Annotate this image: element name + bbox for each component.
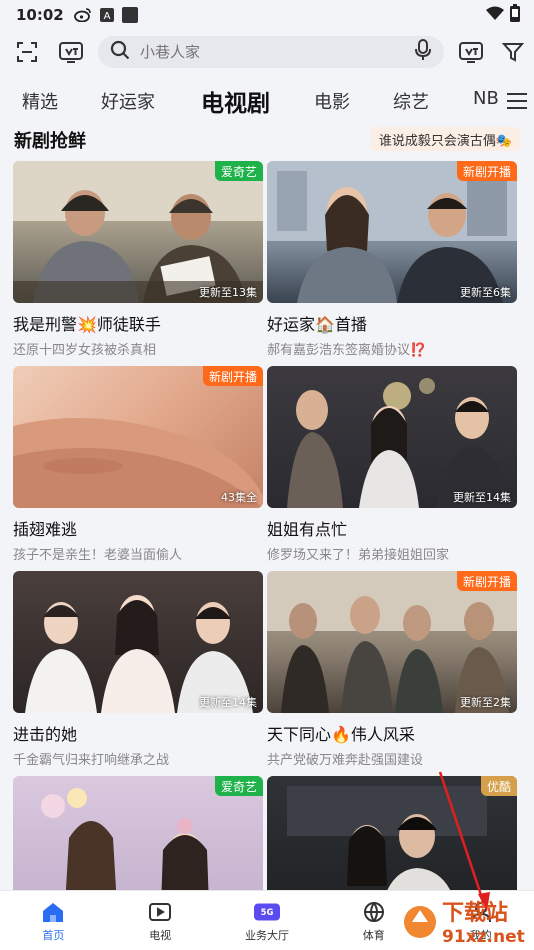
filter-icon[interactable]: [498, 37, 528, 67]
status-bar: 10:02 A: [0, 0, 534, 30]
battery-icon: [510, 4, 520, 26]
episode-count: 43集全: [221, 491, 257, 504]
cast-tv-icon[interactable]: [456, 37, 486, 67]
card-subtitle: 郝有嘉彭浩东签离婚协议⁉️: [267, 343, 427, 358]
tab-haoyunjia[interactable]: 好运家: [101, 88, 155, 114]
episode-count: 更新至13集: [199, 286, 257, 299]
episode-count: 更新至14集: [453, 491, 511, 504]
episode-count: 更新至6集: [460, 286, 511, 299]
weibo-icon: [73, 8, 92, 22]
scan-icon[interactable]: [12, 37, 42, 67]
promo-link[interactable]: 谁说成毅只会演古偶🎭: [370, 127, 520, 151]
tab-featured[interactable]: 精选: [22, 88, 58, 114]
status-time: 10:02: [16, 6, 64, 24]
nav-label: 业务大厅: [244, 928, 289, 942]
thumbnail-illustration: [13, 161, 263, 303]
tv-icon[interactable]: [56, 37, 86, 67]
section-title: 新剧抢鲜: [14, 131, 86, 152]
status-badge: 新剧开播: [456, 571, 517, 591]
home-icon: [40, 899, 66, 925]
card-subtitle: 还原十四岁女孩被杀真相: [13, 343, 157, 358]
square-icon: [121, 7, 138, 23]
card-thumbnail[interactable]: 新剧开播 更新至6集: [267, 161, 517, 303]
card-title: 插翅难逃: [13, 520, 78, 539]
drama-card[interactable]: 更新至14集 姐姐有点忙 修罗场又来了！弟弟接姐姐回家: [267, 366, 517, 563]
episode-count: 更新至2集: [460, 696, 511, 709]
thumbnail-illustration: [25, 595, 253, 713]
drama-card[interactable]: 新剧开播 43集全 插翅难逃 孩子不是亲生！老婆当面偷人: [13, 366, 263, 563]
ball-icon: [361, 899, 387, 925]
card-title: 姐姐有点忙: [267, 520, 348, 539]
tab-tv-series[interactable]: 电视剧: [201, 84, 270, 118]
tab-movies[interactable]: 电影: [314, 88, 350, 114]
drama-card[interactable]: 新剧开播 更新至6集 好运家🏠首播 郝有嘉彭浩东签离婚协议⁉️: [267, 161, 517, 358]
card-thumbnail[interactable]: 更新至14集: [267, 366, 517, 508]
svg-text:A: A: [103, 11, 110, 22]
svg-text:下载站: 下载站: [442, 900, 508, 926]
5g-icon: 5G: [253, 899, 280, 925]
card-thumbnail[interactable]: 新剧开播 43集全: [13, 366, 263, 508]
card-thumbnail[interactable]: 爱奇艺 更新至13集: [13, 161, 263, 303]
platform-badge: 优酷: [480, 776, 517, 796]
status-badge: 新剧开播: [456, 161, 517, 181]
search-box[interactable]: [98, 36, 444, 68]
card-subtitle: 孩子不是亲生！老婆当面偷人: [13, 548, 183, 563]
category-tabs: 精选 好运家 电视剧 电影 综艺 NB: [0, 84, 534, 118]
card-subtitle: 千金霸气归来打响继承之战: [13, 753, 170, 768]
platform-badge: 爱奇艺: [214, 161, 263, 181]
drama-card[interactable]: 新剧开播 更新至2集 天下同心🔥伟人风采 共产党破万难奔赴强国建设: [267, 571, 517, 768]
watermark-logo: 下载站 91xz.net: [394, 892, 530, 948]
svg-text:5G: 5G: [261, 907, 274, 917]
tv-play-icon: [147, 899, 173, 925]
card-title: 天下同心🔥伟人风采: [267, 725, 415, 744]
thumbnail-illustration: [267, 161, 517, 303]
nav-tv[interactable]: 电视: [107, 891, 214, 950]
thumbnail-illustration: [287, 378, 511, 508]
nav-label: 首页: [42, 928, 65, 942]
card-title: 好运家🏠首播: [267, 315, 367, 334]
drama-card[interactable]: 更新至14集 进击的她 千金霸气归来打响继承之战: [13, 571, 263, 768]
nav-label: 体育: [362, 928, 385, 942]
card-thumbnail[interactable]: 更新至14集: [13, 571, 263, 713]
search-input[interactable]: [140, 43, 414, 61]
search-icon: [110, 40, 130, 64]
card-subtitle: 共产党破万难奔赴强国建设: [267, 753, 424, 768]
microphone-icon[interactable]: [414, 39, 432, 65]
drama-card[interactable]: 爱奇艺 更新至13集 我是刑警💥师徒联手 还原十四岁女孩被杀真相: [13, 161, 263, 358]
card-thumbnail[interactable]: 新剧开播 更新至2集: [267, 571, 517, 713]
a-badge-icon: A: [99, 8, 114, 22]
tab-nba[interactable]: NB: [473, 88, 499, 109]
tab-variety[interactable]: 综艺: [393, 88, 429, 114]
nav-label: 电视: [149, 928, 172, 942]
thumbnail-illustration: [267, 571, 517, 713]
search-row: [0, 34, 534, 70]
menu-icon[interactable]: [502, 86, 532, 116]
nav-home[interactable]: 首页: [0, 891, 107, 950]
wifi-icon: [486, 6, 504, 24]
status-badge: 新剧开播: [202, 366, 263, 386]
svg-text:91xz.net: 91xz.net: [442, 927, 525, 947]
platform-badge: 爱奇艺: [214, 776, 263, 796]
card-subtitle: 修罗场又来了！弟弟接姐姐回家: [267, 548, 450, 563]
card-title: 进击的她: [13, 725, 78, 744]
episode-count: 更新至14集: [199, 696, 257, 709]
thumbnail-illustration: [13, 418, 263, 508]
card-title: 我是刑警💥师徒联手: [13, 315, 161, 334]
nav-business-hall[interactable]: 5G 业务大厅: [214, 891, 321, 950]
